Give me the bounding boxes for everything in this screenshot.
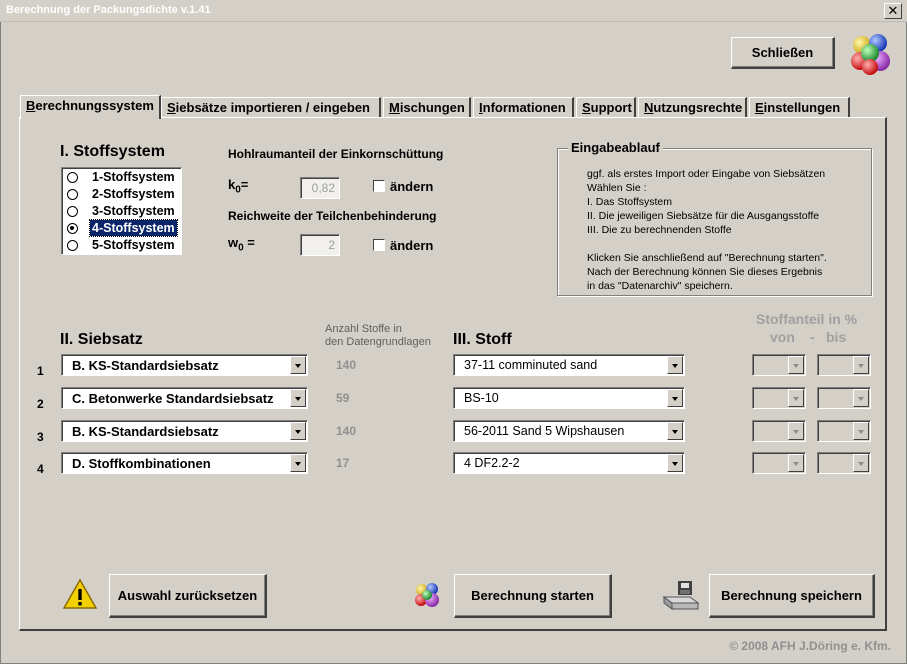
stoff-count: 17 [336, 456, 350, 470]
siebsatz-select-1[interactable]: B. KS-Standardsiebsatz [61, 354, 308, 376]
chevron-down-icon [788, 389, 804, 407]
stoff-count: 140 [336, 358, 357, 372]
stoffsystem-option-3[interactable]: 3-Stoffsystem [64, 203, 181, 219]
eingabeablauf-line: II. Die jeweiligen Siebsätze für die Aus… [587, 210, 820, 222]
row-number: 1 [37, 364, 44, 378]
save-drive-icon [662, 581, 700, 610]
tab-panel-berechnungssystem: I. Stoffsystem 1-Stoffsystem 2-Stoffsyst… [19, 117, 887, 631]
anteil-von-select-3[interactable] [752, 420, 806, 442]
stoffanteil-heading: Stoffanteil in % [756, 311, 858, 327]
molecule-icon [415, 583, 439, 607]
anteil-bis-select-4[interactable] [817, 452, 871, 474]
chevron-down-icon[interactable] [290, 422, 306, 440]
save-calculation-button[interactable]: Berechnung speichern [709, 574, 875, 618]
eingabeablauf-line: Klicken Sie anschließend auf "Berechnung… [587, 252, 827, 264]
k0-change-checkbox[interactable]: ändern [373, 179, 433, 194]
radio-icon [67, 172, 78, 183]
chevron-down-icon[interactable] [667, 422, 683, 440]
copyright-footer: © 2008 AFH J.Döring e. Kfm. [729, 639, 891, 653]
tab-nutzungsrechte[interactable]: Nutzungsrechte [638, 97, 747, 118]
checkbox-icon [373, 239, 385, 251]
chevron-down-icon[interactable] [290, 454, 306, 472]
k0-label: k0= [228, 177, 249, 196]
chevron-down-icon[interactable] [667, 356, 683, 374]
radio-selected-icon [67, 223, 78, 234]
radio-icon [67, 189, 78, 200]
tab-support[interactable]: Support [576, 97, 636, 118]
von-label: von [770, 329, 795, 345]
tab-mischungen[interactable]: Mischungen [383, 97, 471, 118]
eingabeablauf-line: ggf. als erstes Import oder Eingabe von … [587, 168, 826, 180]
row-number: 2 [37, 397, 44, 411]
eingabeablauf-line: I. Das Stoffsystem [587, 196, 672, 208]
w0-input[interactable]: 2 [300, 234, 340, 256]
eingabeablauf-line: Nach der Berechnung können Sie dieses Er… [587, 266, 823, 278]
chevron-down-icon[interactable] [667, 454, 683, 472]
stoff-count: 140 [336, 424, 357, 438]
chevron-down-icon [788, 422, 804, 440]
window-close-button[interactable]: ✕ [884, 3, 902, 19]
eingabeablauf-title: Eingabeablauf [568, 140, 663, 155]
window-title: Berechnung der Packungsdichte v.1.41 [6, 4, 211, 16]
chevron-down-icon [853, 356, 869, 374]
count-heading: Anzahl Stoffe in den Datengrundlagen [325, 323, 431, 348]
title-bar: Berechnung der Packungsdichte v.1.41 ✕ [0, 0, 907, 22]
chevron-down-icon[interactable] [667, 389, 683, 407]
reset-selection-button[interactable]: Auswahl zurücksetzen [109, 574, 267, 618]
bis-label: bis [826, 329, 847, 345]
row-number: 4 [37, 462, 44, 476]
chevron-down-icon [853, 389, 869, 407]
start-calculation-button[interactable]: Berechnung starten [454, 574, 612, 618]
chevron-down-icon [788, 454, 804, 472]
stoffsystem-option-4[interactable]: 4-Stoffsystem [64, 219, 181, 237]
chevron-down-icon[interactable] [290, 356, 306, 374]
radio-icon [67, 240, 78, 251]
molecule-logo-icon [851, 34, 890, 75]
chevron-down-icon [853, 454, 869, 472]
row-number: 3 [37, 430, 44, 444]
chevron-down-icon [788, 356, 804, 374]
chevron-down-icon [853, 422, 869, 440]
siebsatz-heading: II. Siebsatz [60, 331, 143, 348]
anteil-bis-select-1[interactable] [817, 354, 871, 376]
dash-label: - [810, 329, 815, 345]
close-button[interactable]: Schließen [731, 37, 835, 69]
hohlraum-label: Hohlraumanteil der Einkornschüttung [228, 147, 444, 161]
stoff-select-3[interactable]: 56-2011 Sand 5 Wipshausen [453, 420, 685, 442]
stoffsystem-heading: I. Stoffsystem [60, 143, 165, 160]
k0-input[interactable]: 0,82 [300, 177, 340, 199]
stoff-count: 59 [336, 391, 350, 405]
siebsatz-select-4[interactable]: D. Stoffkombinationen [61, 452, 308, 474]
stoff-select-2[interactable]: BS-10 [453, 387, 685, 409]
stoff-heading: III. Stoff [453, 331, 512, 348]
tab-informationen[interactable]: Informationen [473, 97, 574, 118]
anteil-von-select-2[interactable] [752, 387, 806, 409]
tab-siebsaetze[interactable]: Siebsätze importieren / eingeben [161, 97, 381, 118]
w0-change-checkbox[interactable]: ändern [373, 238, 433, 253]
stoff-select-1[interactable]: 37-11 comminuted sand [453, 354, 685, 376]
stoffsystem-option-5[interactable]: 5-Stoffsystem [64, 237, 181, 253]
anteil-bis-select-2[interactable] [817, 387, 871, 409]
stoffsystem-option-2[interactable]: 2-Stoffsystem [64, 186, 181, 202]
stoffsystem-option-1[interactable]: 1-Stoffsystem [64, 169, 181, 185]
siebsatz-select-3[interactable]: B. KS-Standardsiebsatz [61, 420, 308, 442]
checkbox-icon [373, 180, 385, 192]
chevron-down-icon[interactable] [290, 389, 306, 407]
tab-berechnungssystem[interactable]: Berechnungssystem [20, 95, 161, 119]
anteil-von-select-4[interactable] [752, 452, 806, 474]
anteil-bis-select-3[interactable] [817, 420, 871, 442]
eingabeablauf-group: Eingabeablauf ggf. als erstes Import ode… [557, 140, 872, 296]
stoffsystem-list: 1-Stoffsystem 2-Stoffsystem 3-Stoffsyste… [61, 167, 182, 255]
tab-einstellungen[interactable]: Einstellungen [749, 97, 850, 118]
warning-icon [62, 578, 98, 609]
eingabeablauf-line: III. Die zu berechnenden Stoffe [587, 224, 732, 236]
anteil-von-select-1[interactable] [752, 354, 806, 376]
eingabeablauf-line: in das "Datenarchiv" speichern. [587, 280, 733, 292]
radio-icon [67, 206, 78, 217]
reichweite-label: Reichweite der Teilchenbehinderung [228, 209, 437, 223]
w0-label: w0 = [228, 235, 255, 254]
stoff-select-4[interactable]: 4 DF2.2-2 [453, 452, 685, 474]
siebsatz-select-2[interactable]: C. Betonwerke Standardsiebsatz [61, 387, 308, 409]
eingabeablauf-line: Wählen Sie : [587, 182, 647, 194]
